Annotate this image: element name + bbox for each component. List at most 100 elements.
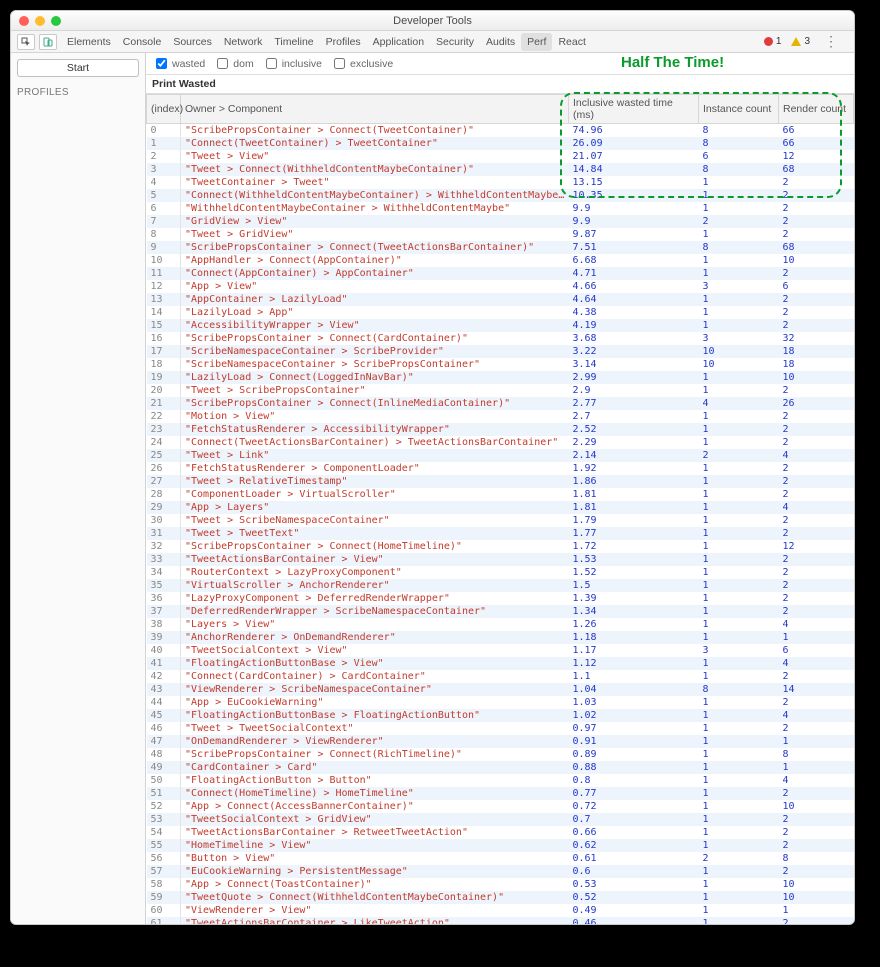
table-row[interactable]: 2"Tweet > View"21.07612	[147, 150, 854, 163]
table-row[interactable]: 12"App > View"4.6636	[147, 280, 854, 293]
inclusive-checkbox[interactable]: inclusive	[262, 55, 322, 72]
cell-wasted: 1.17	[569, 644, 699, 657]
table-row[interactable]: 3"Tweet > Connect(WithheldContentMaybeCo…	[147, 163, 854, 176]
table-row[interactable]: 54"TweetActionsBarContainer > RetweetTwe…	[147, 826, 854, 839]
table-row[interactable]: 36"LazyProxyComponent > DeferredRenderWr…	[147, 592, 854, 605]
table-row[interactable]: 49"CardContainer > Card"0.8811	[147, 761, 854, 774]
tab-sources[interactable]: Sources	[167, 33, 218, 51]
start-button[interactable]: Start	[17, 59, 139, 77]
table-row[interactable]: 27"Tweet > RelativeTimestamp"1.8612	[147, 475, 854, 488]
table-row[interactable]: 5"Connect(WithheldContentMaybeContainer)…	[147, 189, 854, 202]
table-row[interactable]: 18"ScribeNamespaceContainer > ScribeProp…	[147, 358, 854, 371]
tab-react[interactable]: React	[552, 33, 591, 51]
cell-render: 2	[779, 267, 854, 280]
col-owner-component[interactable]: Owner > Component	[181, 95, 569, 124]
table-row[interactable]: 52"App > Connect(AccessBannerContainer)"…	[147, 800, 854, 813]
table-row[interactable]: 8"Tweet > GridView"9.8712	[147, 228, 854, 241]
table-row[interactable]: 60"ViewRenderer > View"0.4911	[147, 904, 854, 917]
tab-audits[interactable]: Audits	[480, 33, 521, 51]
cell-instance: 10	[699, 358, 779, 371]
tab-security[interactable]: Security	[430, 33, 480, 51]
warning-badge[interactable]: 3	[791, 36, 810, 47]
table-row[interactable]: 19"LazilyLoad > Connect(LoggedInNavBar)"…	[147, 371, 854, 384]
table-row[interactable]: 48"ScribePropsContainer > Connect(RichTi…	[147, 748, 854, 761]
table-row[interactable]: 22"Motion > View"2.712	[147, 410, 854, 423]
table-row[interactable]: 10"AppHandler > Connect(AppContainer)"6.…	[147, 254, 854, 267]
table-row[interactable]: 15"AccessibilityWrapper > View"4.1912	[147, 319, 854, 332]
device-toolbar-icon[interactable]	[39, 34, 57, 50]
table-row[interactable]: 38"Layers > View"1.2614	[147, 618, 854, 631]
table-row[interactable]: 11"Connect(AppContainer) > AppContainer"…	[147, 267, 854, 280]
cell-wasted: 0.52	[569, 891, 699, 904]
table-row[interactable]: 43"ViewRenderer > ScribeNamespaceContain…	[147, 683, 854, 696]
table-row[interactable]: 28"ComponentLoader > VirtualScroller"1.8…	[147, 488, 854, 501]
cell-render: 12	[779, 540, 854, 553]
table-row[interactable]: 51"Connect(HomeTimeline) > HomeTimeline"…	[147, 787, 854, 800]
table-row[interactable]: 20"Tweet > ScribePropsContainer"2.912	[147, 384, 854, 397]
table-row[interactable]: 47"OnDemandRenderer > ViewRenderer"0.911…	[147, 735, 854, 748]
table-row[interactable]: 29"App > Layers"1.8114	[147, 501, 854, 514]
table-row[interactable]: 56"Button > View"0.6128	[147, 852, 854, 865]
table-row[interactable]: 57"EuCookieWarning > PersistentMessage"0…	[147, 865, 854, 878]
table-row[interactable]: 4"TweetContainer > Tweet"13.1512	[147, 176, 854, 189]
table-row[interactable]: 23"FetchStatusRenderer > AccessibilityWr…	[147, 423, 854, 436]
table-row[interactable]: 0"ScribePropsContainer > Connect(TweetCo…	[147, 124, 854, 138]
table-row[interactable]: 9"ScribePropsContainer > Connect(TweetAc…	[147, 241, 854, 254]
table-row[interactable]: 50"FloatingActionButton > Button"0.814	[147, 774, 854, 787]
col-instance-count[interactable]: Instance count	[699, 95, 779, 124]
cell-index: 19	[147, 371, 181, 384]
cell-wasted: 1.52	[569, 566, 699, 579]
table-row[interactable]: 32"ScribePropsContainer > Connect(HomeTi…	[147, 540, 854, 553]
tab-profiles[interactable]: Profiles	[320, 33, 367, 51]
inspect-element-icon[interactable]	[17, 34, 35, 50]
table-row[interactable]: 31"Tweet > TweetText"1.7712	[147, 527, 854, 540]
cell-render: 2	[779, 423, 854, 436]
table-row[interactable]: 61"TweetActionsBarContainer > LikeTweetA…	[147, 917, 854, 924]
cell-wasted: 6.68	[569, 254, 699, 267]
table-row[interactable]: 46"Tweet > TweetSocialContext"0.9712	[147, 722, 854, 735]
table-row[interactable]: 41"FloatingActionButtonBase > View"1.121…	[147, 657, 854, 670]
table-row[interactable]: 59"TweetQuote > Connect(WithheldContentM…	[147, 891, 854, 904]
table-row[interactable]: 45"FloatingActionButtonBase > FloatingAc…	[147, 709, 854, 722]
col-render-count[interactable]: Render count	[779, 95, 854, 124]
tab-network[interactable]: Network	[218, 33, 269, 51]
table-row[interactable]: 25"Tweet > Link"2.1424	[147, 449, 854, 462]
table-row[interactable]: 14"LazilyLoad > App"4.3812	[147, 306, 854, 319]
table-row[interactable]: 58"App > Connect(ToastContainer)"0.53110	[147, 878, 854, 891]
table-row[interactable]: 39"AnchorRenderer > OnDemandRenderer"1.1…	[147, 631, 854, 644]
table-row[interactable]: 30"Tweet > ScribeNamespaceContainer"1.79…	[147, 514, 854, 527]
table-row[interactable]: 35"VirtualScroller > AnchorRenderer"1.51…	[147, 579, 854, 592]
table-row[interactable]: 33"TweetActionsBarContainer > View"1.531…	[147, 553, 854, 566]
table-row[interactable]: 44"App > EuCookieWarning"1.0312	[147, 696, 854, 709]
dom-checkbox[interactable]: dom	[213, 55, 253, 72]
console-status[interactable]: 1 3 ⋮	[764, 33, 848, 50]
table-row[interactable]: 7"GridView > View"9.922	[147, 215, 854, 228]
more-menu-icon[interactable]: ⋮	[820, 33, 842, 50]
table-row[interactable]: 16"ScribePropsContainer > Connect(CardCo…	[147, 332, 854, 345]
table-row[interactable]: 1"Connect(TweetContainer) > TweetContain…	[147, 137, 854, 150]
table-row[interactable]: 17"ScribeNamespaceContainer > ScribeProv…	[147, 345, 854, 358]
exclusive-checkbox[interactable]: exclusive	[330, 55, 393, 72]
table-row[interactable]: 42"Connect(CardContainer) > CardContaine…	[147, 670, 854, 683]
col-index[interactable]: (index)	[147, 95, 181, 124]
cell-instance: 8	[699, 241, 779, 254]
table-row[interactable]: 6"WithheldContentMaybeContainer > Withhe…	[147, 202, 854, 215]
tab-console[interactable]: Console	[117, 33, 168, 51]
table-row[interactable]: 37"DeferredRenderWrapper > ScribeNamespa…	[147, 605, 854, 618]
table-row[interactable]: 26"FetchStatusRenderer > ComponentLoader…	[147, 462, 854, 475]
error-badge[interactable]: 1	[764, 36, 782, 47]
table-row[interactable]: 40"TweetSocialContext > View"1.1736	[147, 644, 854, 657]
wasted-checkbox[interactable]: wasted	[152, 55, 205, 72]
table-row[interactable]: 24"Connect(TweetActionsBarContainer) > T…	[147, 436, 854, 449]
table-row[interactable]: 55"HomeTimeline > View"0.6212	[147, 839, 854, 852]
col-wasted-time[interactable]: Inclusive wasted time (ms)	[569, 95, 699, 124]
table-row[interactable]: 34"RouterContext > LazyProxyComponent"1.…	[147, 566, 854, 579]
table-row[interactable]: 21"ScribePropsContainer > Connect(Inline…	[147, 397, 854, 410]
table-row[interactable]: 13"AppContainer > LazilyLoad"4.6412	[147, 293, 854, 306]
tab-elements[interactable]: Elements	[61, 33, 117, 51]
cell-index: 9	[147, 241, 181, 254]
table-row[interactable]: 53"TweetSocialContext > GridView"0.712	[147, 813, 854, 826]
tab-timeline[interactable]: Timeline	[268, 33, 319, 51]
tab-perf[interactable]: Perf	[521, 33, 552, 51]
tab-application[interactable]: Application	[367, 33, 430, 51]
